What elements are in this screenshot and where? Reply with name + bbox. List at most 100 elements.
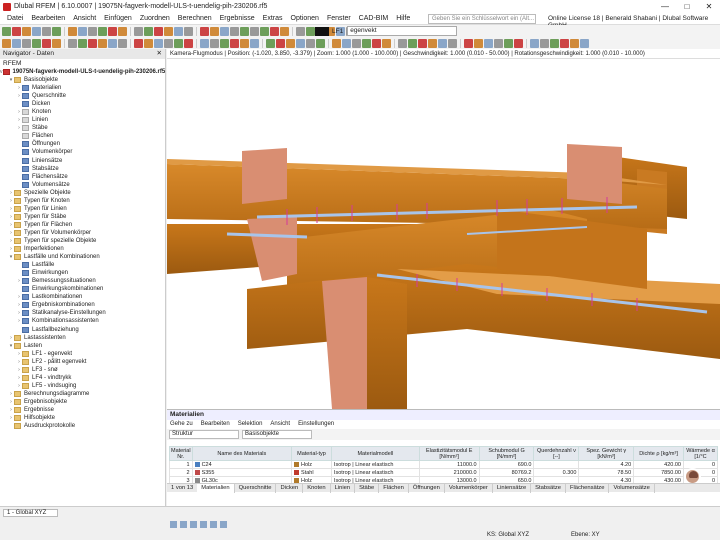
loadcase-selector[interactable]: LF1 egenvekt [315, 26, 458, 36]
tree-item[interactable]: › Bemessungssituationen [0, 277, 165, 285]
tree-item[interactable]: › LF4 - vindtrykk [0, 374, 165, 382]
cell-typ[interactable]: Stahl [291, 468, 332, 477]
glines-icon[interactable] [210, 520, 217, 528]
toolbar-tool-icon[interactable] [98, 26, 107, 36]
page-indicator[interactable]: 1 von 13 [167, 484, 197, 493]
toolbar-tool-icon[interactable] [52, 26, 61, 36]
tree-item[interactable]: Lastfallbeziehung [0, 326, 165, 334]
toolbar-tool-icon[interactable] [52, 38, 61, 48]
tree-item[interactable]: ▾ Lasten [0, 342, 165, 350]
tree-item[interactable]: Flächen [0, 132, 165, 140]
cell-name[interactable]: C24 [191, 460, 293, 469]
menu-9[interactable]: Fenster [323, 15, 355, 22]
cell-rho[interactable]: 420.00 [633, 460, 684, 469]
snap-icon[interactable] [170, 520, 177, 528]
menu-3[interactable]: Einfügen [100, 15, 136, 22]
panel-menu-item[interactable]: Bearbeiten [201, 420, 230, 429]
toolbar-tool-icon[interactable] [296, 38, 305, 48]
tree-item[interactable]: › Typen für Volumenkörper [0, 229, 165, 237]
panel-menu-item[interactable]: Gehe zu [170, 420, 193, 429]
toolbar-tool-icon[interactable] [32, 38, 41, 48]
toolbar-tool-icon[interactable] [306, 26, 315, 36]
toolbar-tool-icon[interactable] [78, 26, 87, 36]
tab-7[interactable]: Öffnungen [409, 483, 445, 493]
column-header[interactable]: Wärmede α [1/°C [682, 446, 719, 461]
tree-item[interactable]: › Statikanalyse-Einstellungen [0, 309, 165, 317]
toolbar-tool-icon[interactable] [184, 38, 193, 48]
tree-item[interactable]: Flächensätze [0, 173, 165, 181]
tree-item[interactable]: › Imperfektionen [0, 245, 165, 253]
toolbar-tool-icon[interactable] [88, 26, 97, 36]
tree-item[interactable]: Öffnungen [0, 140, 165, 148]
tab-8[interactable]: Volumenkörper [445, 483, 493, 493]
toolbar-tool-icon[interactable] [540, 38, 549, 48]
tree-item[interactable]: › LF5 - vindsuging [0, 382, 165, 390]
tree-item-file[interactable]: v 19075N-fagverk-modell-ULS-t-uendelig-pi… [0, 68, 165, 76]
menu-2[interactable]: Ansicht [69, 15, 100, 22]
cell-typ[interactable]: Holz [291, 460, 332, 469]
tree-item[interactable]: › Knoten [0, 108, 165, 116]
tree-item[interactable]: Dicken [0, 100, 165, 108]
toolbar-tool-icon[interactable] [134, 26, 143, 36]
menu-8[interactable]: Optionen [287, 15, 323, 22]
tree-item[interactable]: › Querschnitte [0, 92, 165, 100]
toolbar-tool-icon[interactable] [438, 38, 447, 48]
toolbar-tool-icon[interactable] [494, 38, 503, 48]
cell-g[interactable]: 690.0 [478, 460, 535, 469]
toolbar-tool-icon[interactable] [42, 26, 51, 36]
tree-item[interactable]: Ausdruckprotokolle [0, 422, 165, 430]
tree-item[interactable]: › Ergebniskombinationen [0, 301, 165, 309]
tree-item[interactable]: Lastfälle [0, 261, 165, 269]
menu-10[interactable]: CAD-BIM [355, 15, 393, 22]
toolbar-tool-icon[interactable] [352, 38, 361, 48]
tree-item[interactable]: › Lastassistenten [0, 334, 165, 342]
toolbar-tool-icon[interactable] [184, 26, 193, 36]
toolbar-tool-icon[interactable] [144, 38, 153, 48]
tree-item[interactable]: › Lastkombinationen [0, 293, 165, 301]
loadcase-dropdown[interactable]: egenvekt [347, 26, 458, 36]
cell-nu[interactable] [533, 460, 580, 469]
tree-item[interactable]: ▾ Basisobjekte [0, 76, 165, 84]
cell-gamma[interactable]: 4.20 [578, 460, 635, 469]
toolbar-tool-icon[interactable] [270, 26, 279, 36]
maximize-button[interactable]: □ [676, 0, 698, 13]
panel-menu-item[interactable]: Ansicht [270, 420, 290, 429]
toolbar-tool-icon[interactable] [220, 38, 229, 48]
column-header[interactable]: Querdehnzahl ν [--] [533, 446, 580, 461]
tab-9[interactable]: Liniensätze [493, 483, 532, 493]
toolbar-tool-icon[interactable] [382, 38, 391, 48]
tree-item[interactable]: ▾ Lastfälle und Kombinationen [0, 253, 165, 261]
tree-item[interactable]: Volumenkörper [0, 148, 165, 156]
toolbar-tool-icon[interactable] [240, 26, 249, 36]
cell-model[interactable]: Isotrop | Linear elastisch [330, 468, 420, 477]
tree-item[interactable]: › Spezielle Objekte [0, 189, 165, 197]
tab-11[interactable]: Flächensätze [566, 483, 610, 493]
toolbar-tool-icon[interactable] [570, 38, 579, 48]
toolbar-tool-icon[interactable] [484, 38, 493, 48]
cell-gamma[interactable]: 78.50 [578, 468, 635, 477]
cell-e[interactable]: 210000.0 [418, 468, 480, 477]
tab-5[interactable]: Stäbe [355, 483, 380, 493]
structure-dropdown[interactable]: Struktur [169, 430, 239, 439]
close-window-button[interactable]: ✕ [698, 0, 720, 13]
toolbar-tool-icon[interactable] [210, 38, 219, 48]
column-header[interactable]: Name des Materials [191, 446, 293, 461]
tree-item[interactable]: › Typen für Flächen [0, 221, 165, 229]
cell-rho[interactable]: 7850.00 [633, 468, 684, 477]
toolbar-tool-icon[interactable] [118, 38, 127, 48]
tree-item[interactable]: › Typen für Linien [0, 205, 165, 213]
tab-2[interactable]: Dicken [276, 483, 304, 493]
toolbar-tool-icon[interactable] [504, 38, 513, 48]
toolbar-tool-icon[interactable] [530, 38, 539, 48]
toolbar-tool-icon[interactable] [78, 38, 87, 48]
column-header[interactable]: Spez. Gewicht γ [kN/m³] [578, 446, 635, 461]
toolbar-tool-icon[interactable] [42, 38, 51, 48]
menu-5[interactable]: Berechnen [174, 15, 216, 22]
grid-icon[interactable] [180, 520, 187, 528]
column-header[interactable]: Elastizitätsmodul E [N/mm²] [418, 446, 480, 461]
menu-1[interactable]: Bearbeiten [27, 15, 69, 22]
toolbar-tool-icon[interactable] [154, 26, 163, 36]
ortho-icon[interactable] [190, 520, 197, 528]
toolbar-tool-icon[interactable] [474, 38, 483, 48]
tab-10[interactable]: Stabsätze [531, 483, 566, 493]
